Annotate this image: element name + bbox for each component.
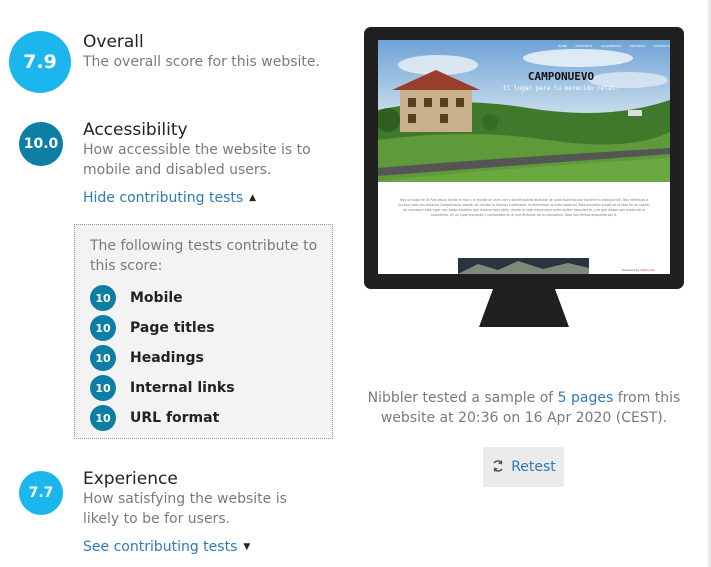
caret-down-icon: ▼ [243,542,251,552]
contributing-tests-panel: The following tests contribute to this s… [74,224,333,439]
site-footer: Powered by Webnode [622,268,654,272]
retest-button[interactable]: Retest [483,447,564,487]
site-footer-prefix: Powered by [622,268,640,272]
overall-description: The overall score for this website. [83,54,320,70]
site-tagline: El lugar para tu merecido relax. [503,85,619,92]
test-row-internal-links: 10 Internal links [90,375,235,401]
hero-image: HOME NOSOTROS ALOJAMIENTO ENTORNO CONTAC… [378,40,670,182]
retest-label: Retest [511,459,556,475]
site-nav: HOME NOSOTROS ALOJAMIENTO ENTORNO CONTAC… [558,44,670,48]
website-preview-monitor: HOME NOSOTROS ALOJAMIENTO ENTORNO CONTAC… [364,27,684,289]
monitor-stand [479,289,569,327]
landscape-photo [378,40,670,182]
test-score-badge: 10 [90,315,116,341]
test-row-headings: 10 Headings [90,345,204,371]
overall-score-badge: 7.9 [9,31,71,93]
test-score-badge: 10 [90,345,116,371]
test-score-badge: 10 [90,375,116,401]
sample-info-text: Nibbler tested a sample of 5 pages from … [364,388,684,428]
accessibility-title: Accessibility [83,120,188,140]
test-row-mobile: 10 Mobile [90,285,183,311]
site-nav-item: CONTACTO [653,44,670,48]
site-title: CAMPONUEVO [527,70,595,83]
test-name: URL format [130,410,220,426]
test-row-page-titles: 10 Page titles [90,315,215,341]
test-name: Internal links [130,380,235,396]
accessibility-score-badge: 10.0 [19,122,63,166]
site-nav-item: HOME [558,44,568,48]
experience-title: Experience [83,469,178,489]
site-video-thumbnail [458,258,589,274]
site-body-text: Hoy un lugar en el País Vasco donde el m… [398,198,650,217]
test-score-badge: 10 [90,285,116,311]
experience-description: How satisfying the website is likely to … [83,491,287,527]
overall-title: Overall [83,32,144,52]
site-nav-item: ALOJAMIENTO [600,44,622,48]
experience-score-badge: 7.7 [19,471,63,515]
sample-prefix: Nibbler tested a sample of [367,390,554,406]
hide-contributing-tests-link[interactable]: Hide contributing tests ▲ [83,190,256,206]
pages-link[interactable]: 5 pages [558,390,614,406]
test-name: Headings [130,350,204,366]
refresh-icon [491,458,505,477]
see-tests-label: See contributing tests [83,539,238,555]
site-nav-item: ENTORNO [629,44,645,48]
hide-tests-label: Hide contributing tests [83,190,244,206]
test-name: Page titles [130,320,215,336]
website-screenshot: HOME NOSOTROS ALOJAMIENTO ENTORNO CONTAC… [378,40,670,274]
test-name: Mobile [130,290,183,306]
tests-intro-text: The following tests contribute to this s… [90,238,318,274]
accessibility-description: How accessible the website is to mobile … [83,142,311,178]
caret-up-icon: ▲ [249,193,257,203]
site-nav-item: NOSOTROS [575,44,593,48]
test-score-badge: 10 [90,405,116,431]
see-contributing-tests-link[interactable]: See contributing tests ▼ [83,539,250,555]
test-row-url-format: 10 URL format [90,405,219,431]
site-footer-brand: Webnode [640,268,655,272]
